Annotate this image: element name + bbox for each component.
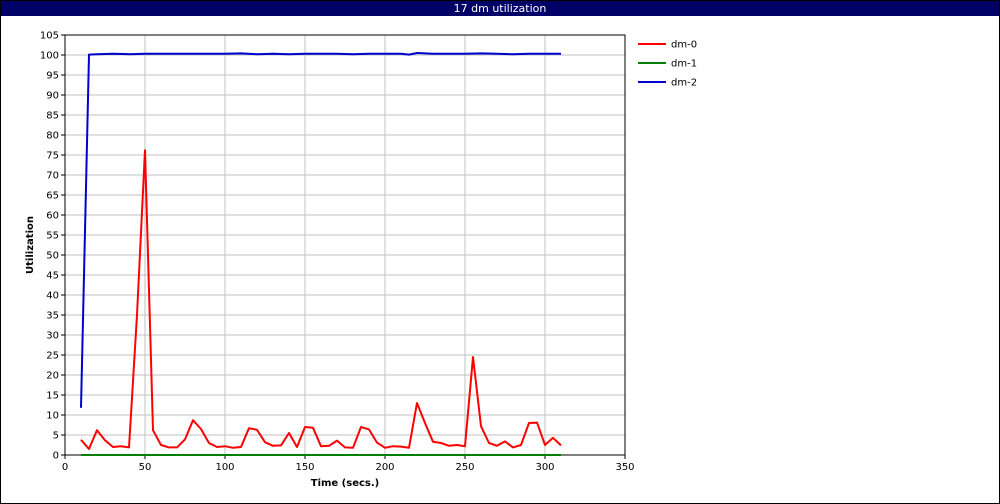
y-tick-label: 50: [46, 251, 59, 262]
y-tick-label: 30: [46, 331, 59, 342]
legend-label-dm-2: dm-2: [671, 78, 697, 89]
x-axis-title: Time (secs.): [311, 478, 380, 489]
y-axis-ticks: 0 5 10 15 20 25 30 35 40 45 50 55 60 65 70 75 80 85 90 95 10…: [40, 31, 65, 462]
legend: dm-0 dm-1 dm-2: [638, 40, 697, 89]
x-tick-label: 100: [215, 462, 234, 473]
legend-label-dm-0: dm-0: [671, 40, 697, 51]
y-tick-label: 65: [46, 191, 59, 202]
y-tick-label: 25: [46, 351, 59, 362]
x-tick-label: 0: [62, 462, 68, 473]
x-tick-label: 50: [139, 462, 152, 473]
y-tick-label: 70: [46, 171, 59, 182]
y-tick-label: 10: [46, 411, 59, 422]
line-chart: 0 5 10 15 20 25 30 35 40 45 50 55 60 65 70 75 80 85 90 95 10…: [25, 31, 697, 490]
y-tick-label: 20: [46, 371, 59, 382]
plot-area-border: [64, 34, 626, 456]
y-tick-label: 15: [46, 391, 59, 402]
y-tick-label: 5: [53, 431, 59, 442]
y-tick-label: 45: [46, 271, 59, 282]
y-tick-label: 80: [46, 131, 59, 142]
grid-lines: [65, 35, 625, 455]
legend-label-dm-1: dm-1: [671, 59, 697, 70]
y-tick-label: 60: [46, 211, 59, 222]
x-tick-label: 150: [295, 462, 314, 473]
x-tick-label: 200: [375, 462, 394, 473]
y-axis-title: Utilization: [25, 216, 36, 274]
x-axis-ticks: 0 50 100 150 200 250 300 350: [62, 455, 635, 473]
y-tick-label: 35: [46, 311, 59, 322]
y-tick-label: 0: [53, 451, 59, 462]
x-tick-label: 300: [535, 462, 554, 473]
y-tick-label: 85: [46, 111, 59, 122]
y-tick-label: 105: [40, 31, 59, 42]
x-tick-label: 250: [455, 462, 474, 473]
y-tick-label: 95: [46, 71, 59, 82]
y-tick-label: 75: [46, 151, 59, 162]
y-tick-label: 40: [46, 291, 59, 302]
y-tick-label: 55: [46, 231, 59, 242]
y-tick-label: 90: [46, 91, 59, 102]
x-tick-label: 350: [615, 462, 634, 473]
y-tick-label: 100: [40, 51, 59, 62]
